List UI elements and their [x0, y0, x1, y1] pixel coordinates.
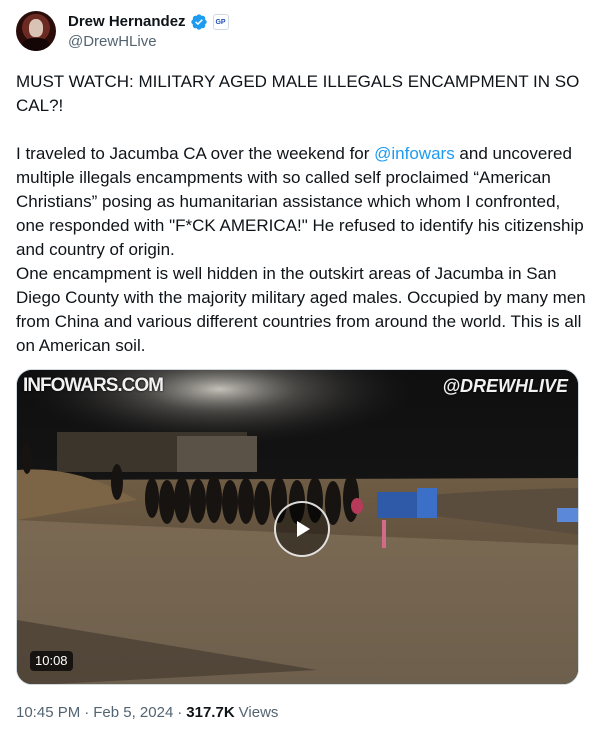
tweet-paragraph-2: One encampment is well hidden in the out…	[16, 264, 586, 355]
meta-separator: ·	[84, 704, 90, 721]
views-label: Views	[238, 704, 279, 721]
mention-link[interactable]: @infowars	[374, 144, 455, 163]
meta-separator: ·	[177, 704, 183, 721]
views-count[interactable]: 317.7K	[186, 703, 234, 723]
tweet-meta: 10:45 PM · Feb 5, 2024 · 317.7K Views	[16, 703, 278, 723]
tweet-date[interactable]: Feb 5, 2024	[93, 703, 173, 723]
video-duration: 10:08	[30, 651, 73, 671]
play-icon	[297, 521, 310, 537]
infowars-watermark: INFOWARS.COM	[23, 375, 164, 396]
play-button[interactable]	[274, 501, 330, 557]
tweet-headline: MUST WATCH: MILITARY AGED MALE ILLEGALS …	[16, 72, 580, 115]
tweet: Drew Hernandez GP @DrewHLive MUST WATCH:…	[0, 0, 611, 739]
tweet-paragraph-1: I traveled to Jacumba CA over the weeken…	[16, 142, 590, 262]
tweet-text-segment: I traveled to Jacumba CA over the weeken…	[16, 144, 375, 163]
author-display-name[interactable]: Drew Hernandez	[68, 12, 186, 32]
verified-badge-icon[interactable]	[190, 13, 208, 31]
tweet-time[interactable]: 10:45 PM	[16, 703, 80, 723]
affiliate-badge-icon[interactable]: GP	[212, 14, 229, 30]
author-handle[interactable]: @DrewHLive	[68, 33, 157, 51]
video-player[interactable]: INFOWARS.COM @DREWHLIVE 10:08	[16, 369, 579, 685]
avatar[interactable]	[16, 11, 56, 51]
tweet-text: MUST WATCH: MILITARY AGED MALE ILLEGALS …	[16, 70, 590, 358]
author-name-row: Drew Hernandez GP	[68, 12, 229, 32]
drewhlive-watermark: @DREWHLIVE	[442, 376, 568, 396]
